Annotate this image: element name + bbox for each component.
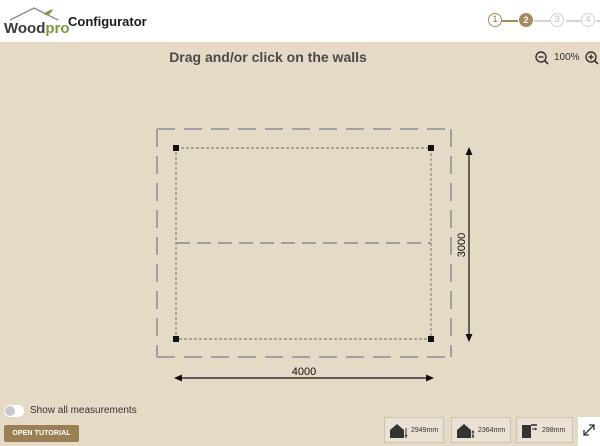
- arrow-down-icon: [465, 334, 473, 342]
- corner-post[interactable]: [173, 145, 179, 151]
- arrow-left-icon: [174, 374, 182, 382]
- show-measurements-label: Show all measurements: [30, 405, 137, 416]
- measurement-value: 298mm: [542, 427, 566, 434]
- house-height-icon: [390, 424, 408, 438]
- arrow-up-icon: [465, 147, 473, 155]
- arrow-right-icon: [426, 374, 434, 382]
- open-tutorial-button[interactable]: OPEN TUTORIAL: [4, 425, 79, 442]
- corner-post[interactable]: [428, 145, 434, 151]
- house-eave-height-icon: [457, 424, 475, 438]
- expand-icon: [583, 424, 595, 436]
- measurement-house-height[interactable]: 2949mm: [384, 417, 444, 443]
- depth-dimension-label: 3000: [456, 233, 468, 257]
- overhang-icon: [522, 424, 537, 438]
- fullscreen-button[interactable]: [578, 417, 600, 446]
- measurement-eave-height[interactable]: 2364mm: [451, 417, 511, 443]
- show-measurements-toggle[interactable]: [4, 405, 24, 417]
- measurement-value: 2364mm: [478, 427, 506, 434]
- corner-post[interactable]: [428, 336, 434, 342]
- toggle-knob: [5, 406, 15, 416]
- floor-plan: 4000 3000: [156, 128, 473, 382]
- width-dimension-label: 4000: [292, 366, 316, 378]
- corner-post[interactable]: [173, 336, 179, 342]
- measurement-value: 2949mm: [411, 427, 439, 434]
- measurement-overhang[interactable]: 298mm: [516, 417, 573, 443]
